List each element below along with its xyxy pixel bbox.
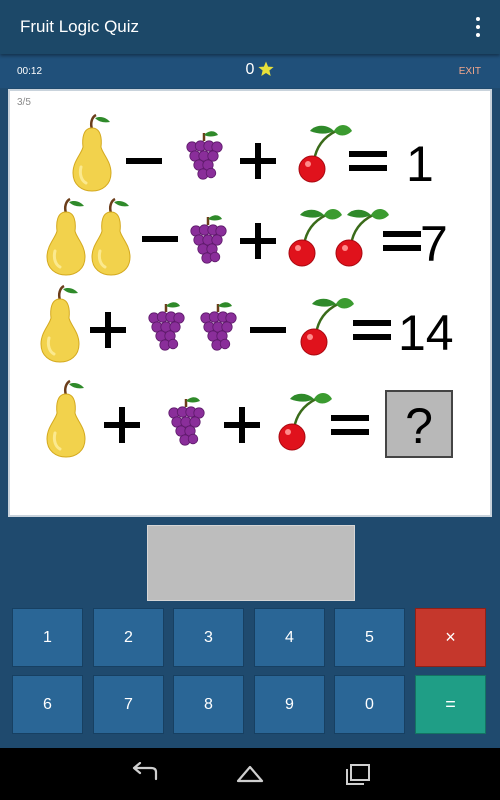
cherry-icon [334, 207, 391, 268]
answer-display [147, 525, 355, 601]
key-4[interactable]: 4 [254, 608, 325, 667]
key-5[interactable]: 5 [334, 608, 405, 667]
minus-sign [126, 158, 162, 164]
home-icon[interactable] [235, 762, 265, 786]
equals-sign [353, 320, 391, 340]
back-icon[interactable] [130, 762, 160, 786]
clear-button[interactable]: × [415, 608, 486, 667]
key-8[interactable]: 8 [173, 675, 244, 734]
result-value: 7 [420, 216, 448, 272]
cherry-icon [299, 296, 356, 357]
equals-sign [383, 231, 421, 251]
score: 0 [245, 61, 255, 78]
pear-icon [90, 197, 132, 277]
pear-icon [39, 284, 81, 364]
key-0[interactable]: 0 [334, 675, 405, 734]
key-6[interactable]: 6 [12, 675, 83, 734]
key-3[interactable]: 3 [173, 608, 244, 667]
pear-icon [45, 197, 87, 277]
equations: 1 7 14 ? [39, 113, 454, 459]
star-icon [258, 61, 274, 76]
minus-sign [142, 236, 178, 242]
app-title: Fruit Logic Quiz [20, 17, 140, 36]
grapes-icon [189, 213, 228, 265]
plus-sign [240, 143, 276, 179]
equals-sign [331, 415, 369, 435]
plus-sign [224, 407, 260, 443]
grapes-icon [167, 395, 206, 447]
puzzle-card: 3/5 1 7 14 ? [8, 89, 492, 517]
minus-sign [250, 327, 286, 333]
plus-sign [90, 312, 126, 348]
recents-icon[interactable] [342, 762, 372, 786]
cherry-icon [277, 391, 334, 452]
equation-row-2: 7 [45, 197, 448, 277]
grapes-icon [185, 129, 224, 181]
result-value: 1 [406, 136, 434, 192]
pear-icon [71, 113, 113, 193]
key-2[interactable]: 2 [93, 608, 164, 667]
grapes-icon [199, 300, 238, 352]
key-1[interactable]: 1 [12, 608, 83, 667]
equation-row-1: 1 [71, 113, 434, 193]
exit-button[interactable]: EXIT [459, 66, 481, 77]
result-value: 14 [398, 305, 454, 361]
unknown-mark: ? [405, 398, 433, 454]
plus-sign [104, 407, 140, 443]
navigation-bar [0, 748, 500, 800]
grapes-icon [147, 300, 186, 352]
plus-sign [240, 223, 276, 259]
cherry-icon [297, 123, 354, 184]
equation-row-3: 14 [39, 284, 454, 364]
equals-sign [349, 151, 387, 171]
status-bar: 00:12 0 EXIT [0, 54, 500, 88]
key-9[interactable]: 9 [254, 675, 325, 734]
key-7[interactable]: 7 [93, 675, 164, 734]
equation-row-4: ? [45, 379, 453, 459]
submit-button[interactable]: = [415, 675, 486, 734]
overflow-menu-icon[interactable] [470, 14, 486, 40]
pear-icon [45, 379, 87, 459]
cherry-icon [287, 207, 344, 268]
app-bar: Fruit Logic Quiz [0, 0, 500, 54]
